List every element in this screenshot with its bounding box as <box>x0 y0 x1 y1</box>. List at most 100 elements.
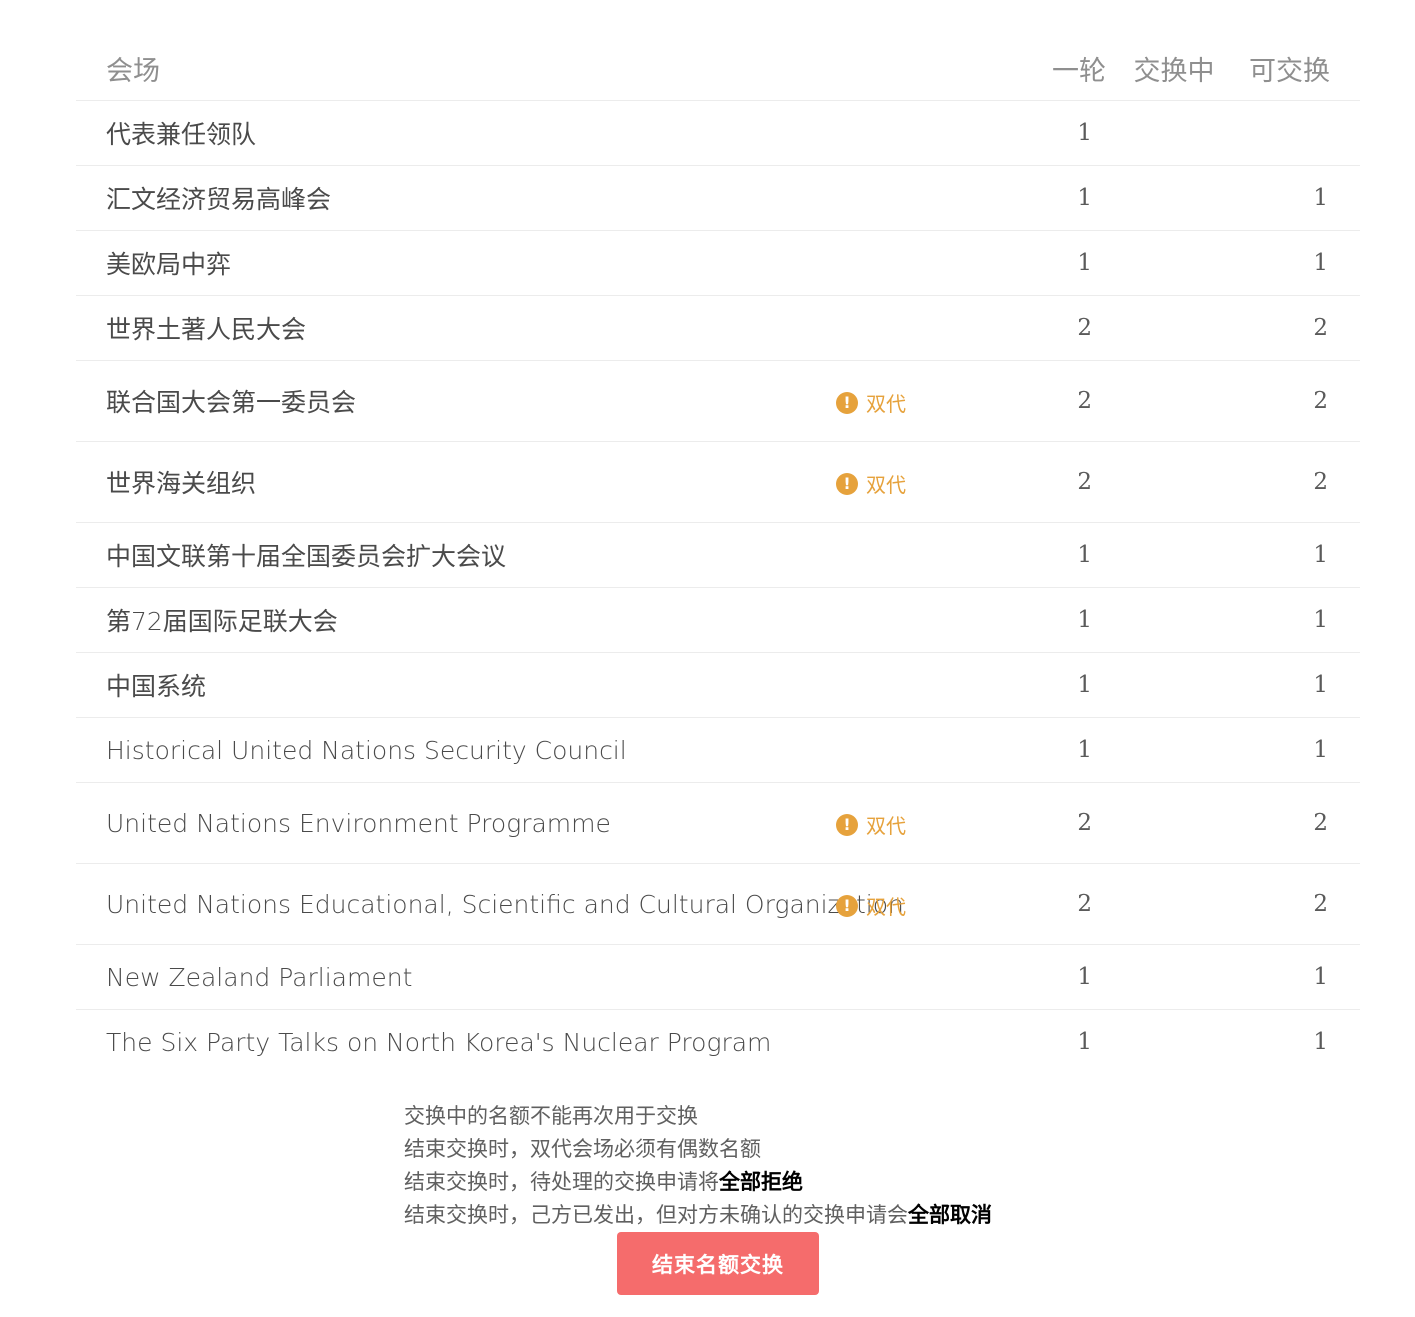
exchanging-count <box>1116 944 1232 1010</box>
exchangeable-count: 2 <box>1232 863 1360 945</box>
round-one-count: 1 <box>968 522 1116 588</box>
table-row: United Nations Environment Programme! 双代 2… <box>76 782 1360 864</box>
venue-name: 中国系统 <box>76 652 836 718</box>
venue-name: 联合国大会第一委员会 <box>76 360 836 442</box>
exchangeable-count: 2 <box>1232 441 1360 523</box>
exchangeable-count: 1 <box>1313 1029 1328 1055</box>
end-exchange-button[interactable]: 结束名额交换 <box>617 1232 819 1295</box>
round-one-count: 1 <box>968 100 1116 166</box>
badge-cell <box>836 522 968 588</box>
exchanging-count <box>1116 717 1232 783</box>
badge-cell <box>836 944 968 1010</box>
round-one-count: 1 <box>968 652 1116 718</box>
double-delegation-badge: ! 双代 <box>836 388 906 417</box>
venue-name: 世界土著人民大会 <box>76 295 836 361</box>
header-exchangeable: 可交换 <box>1232 36 1360 101</box>
double-delegation-label: 双代 <box>866 473 906 498</box>
exchangeable-count: 1 <box>1232 165 1360 231</box>
venue-name: 第72届国际足联大会 <box>76 587 836 653</box>
exchanging-count <box>1116 441 1232 523</box>
double-delegation-badge: ! 双代 <box>836 891 906 920</box>
round-one-count: 1 <box>1077 1029 1092 1055</box>
venue-name: United Nations Environment Programme <box>76 782 836 864</box>
note-line-3: 结束交换时，待处理的交换申请将全部拒绝 <box>404 1166 992 1199</box>
exchanging-count <box>1116 100 1232 166</box>
exclamation-circle-icon: ! <box>836 894 858 917</box>
exchanging-count <box>1116 587 1232 653</box>
table-row: 代表兼任领队 1 <box>76 100 1360 166</box>
double-delegation-label: 双代 <box>866 392 906 417</box>
table-row: 汇文经济贸易高峰会 1 1 <box>76 165 1360 231</box>
venue-name: 中国文联第十届全国委员会扩大会议 <box>76 522 836 588</box>
table-row: 世界海关组织! 双代 2 2 <box>76 441 1360 523</box>
quota-table: 会场 一轮 交换中 可交换 代表兼任领队 1 汇文经济贸易高峰会 1 1 美欧局中弈 1 1 世… <box>76 36 1360 1074</box>
exclamation-circle-icon: ! <box>836 813 858 836</box>
exchanging-count <box>1116 652 1232 718</box>
venue-name: Historical United Nations Security Counc… <box>76 717 836 783</box>
round-one-count: 2 <box>968 863 1116 945</box>
header-venue: 会场 <box>76 36 836 101</box>
table-row: The Six Party Talks on North Korea's Nuc… <box>76 1010 1360 1075</box>
exchangeable-count: 1 <box>1232 944 1360 1010</box>
exchanging-count <box>1116 1010 1232 1075</box>
table-row: Historical United Nations Security Counc… <box>76 717 1360 783</box>
table-header-row: 会场 一轮 交换中 可交换 <box>76 36 1360 101</box>
table-row: 世界土著人民大会 2 2 <box>76 295 1360 361</box>
badge-cell <box>836 1010 968 1075</box>
badge-cell: ! 双代 <box>836 360 968 442</box>
exchangeable-count: 1 <box>1232 717 1360 783</box>
exchangeable-count <box>1232 100 1360 166</box>
table-row: 第72届国际足联大会 1 1 <box>76 587 1360 653</box>
double-delegation-badge: ! 双代 <box>836 810 906 839</box>
round-one-count: 1 <box>968 944 1116 1010</box>
badge-cell <box>836 717 968 783</box>
note-line-3-bold: 全部拒绝 <box>719 1170 803 1194</box>
exchanging-count <box>1116 295 1232 361</box>
badge-cell <box>836 652 968 718</box>
exchangeable-count: 1 <box>1232 587 1360 653</box>
note-line-4-text: 结束交换时，己方已发出，但对方未确认的交换申请会 <box>404 1203 908 1227</box>
badge-cell <box>836 100 968 166</box>
exchangeable-count: 2 <box>1232 782 1360 864</box>
badge-cell: ! 双代 <box>836 863 968 945</box>
table-row: United Nations Educational, Scientific a… <box>76 863 1360 945</box>
badge-cell <box>836 165 968 231</box>
table-row: 美欧局中弈 1 1 <box>76 230 1360 296</box>
note-line-4: 结束交换时，己方已发出，但对方未确认的交换申请会全部取消 <box>404 1199 992 1232</box>
venue-name: New Zealand Parliament <box>76 944 836 1010</box>
round-one-count: 2 <box>968 441 1116 523</box>
venue-name: 代表兼任领队 <box>76 100 836 166</box>
round-one-count: 1 <box>968 717 1116 783</box>
note-line-3-text: 结束交换时，待处理的交换申请将 <box>404 1170 719 1194</box>
exchangeable-count: 1 <box>1232 652 1360 718</box>
round-one-count: 1 <box>968 230 1116 296</box>
round-one-count: 2 <box>968 782 1116 864</box>
double-delegation-label: 双代 <box>866 814 906 839</box>
exchanging-count <box>1116 230 1232 296</box>
venue-name: 汇文经济贸易高峰会 <box>76 165 836 231</box>
round-one-count: 2 <box>968 295 1116 361</box>
header-round-one: 一轮 <box>968 36 1116 101</box>
badge-cell: ! 双代 <box>836 441 968 523</box>
exchanging-count <box>1116 522 1232 588</box>
badge-cell: ! 双代 <box>836 782 968 864</box>
badge-cell <box>836 295 968 361</box>
venue-name: The Six Party Talks on North Korea's Nuc… <box>106 1027 772 1057</box>
exchangeable-count: 1 <box>1232 230 1360 296</box>
venue-name: 世界海关组织 <box>76 441 836 523</box>
exchangeable-count: 1 <box>1232 522 1360 588</box>
table-row: 联合国大会第一委员会! 双代 2 2 <box>76 360 1360 442</box>
round-one-count: 2 <box>968 360 1116 442</box>
venue-name: 美欧局中弈 <box>76 230 836 296</box>
table-row: 中国系统 1 1 <box>76 652 1360 718</box>
header-exchanging: 交换中 <box>1116 36 1232 101</box>
exchanging-count <box>1116 782 1232 864</box>
note-line-4-bold: 全部取消 <box>908 1203 992 1227</box>
badge-cell <box>836 587 968 653</box>
badge-cell <box>836 230 968 296</box>
round-one-count: 1 <box>968 165 1116 231</box>
exchange-notes: 交换中的名额不能再次用于交换 结束交换时，双代会场必须有偶数名额 结束交换时，待… <box>404 1100 992 1232</box>
double-delegation-label: 双代 <box>866 895 906 920</box>
header-badge-spacer <box>836 36 968 101</box>
exchanging-count <box>1116 360 1232 442</box>
